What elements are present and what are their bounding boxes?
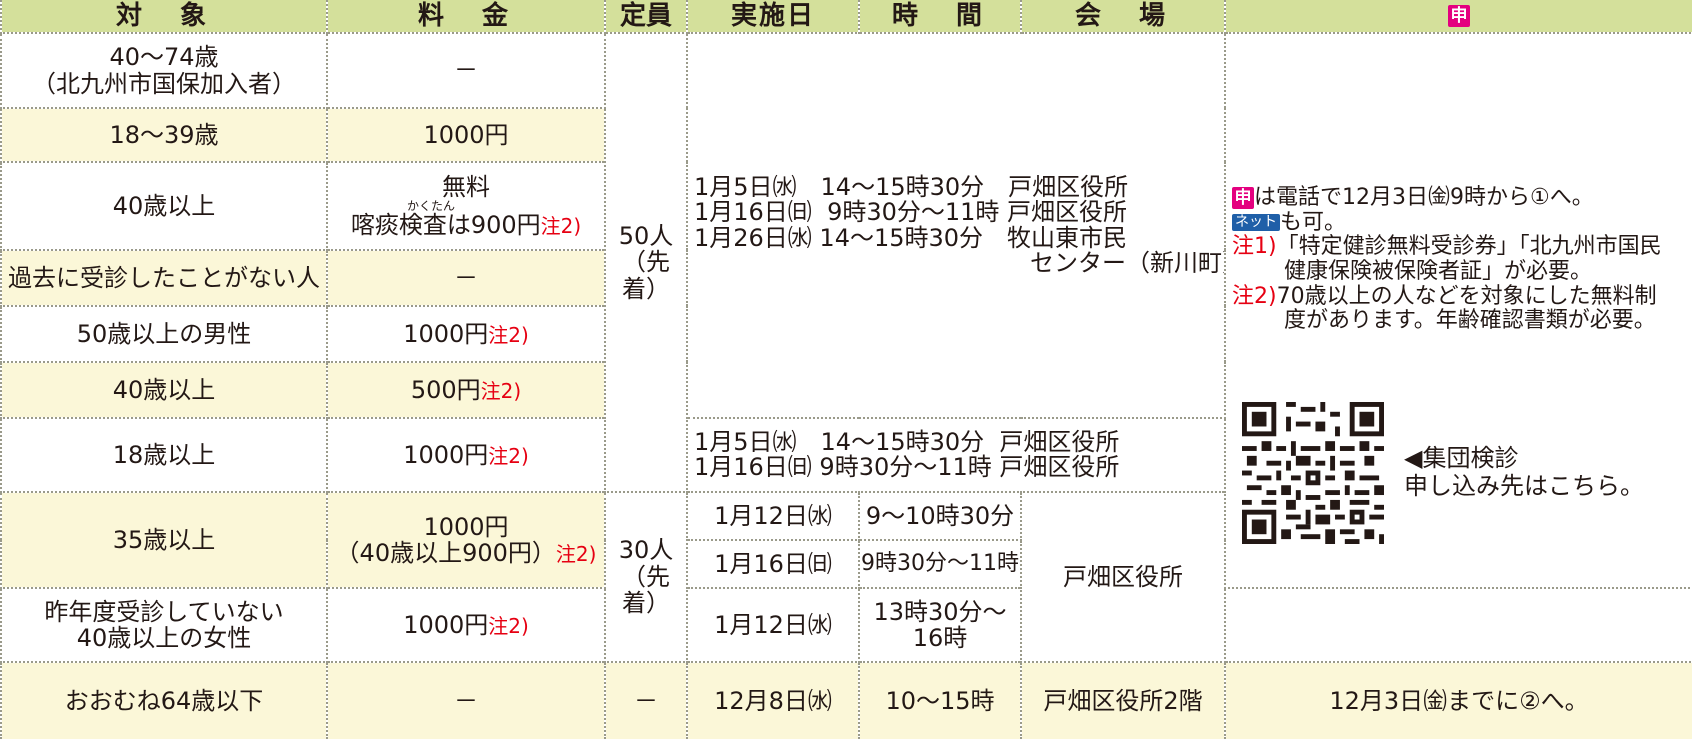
header-row: 対 象 料 金 定員 実施日 時 間 会 場 申: [0, 0, 1692, 34]
venue-cell: 戸畑区役所2階: [1020, 661, 1226, 739]
fee-cell: －: [326, 32, 606, 109]
qr-caption-line1: ◀集団検診: [1404, 444, 1519, 473]
header-venue: 会 場: [1020, 0, 1226, 34]
fee-cell: 1000円: [326, 107, 606, 163]
fee-cell: －: [326, 661, 606, 739]
capacity-cell-a: 50人 （先着）: [604, 32, 688, 493]
fee-cell: 1000円 （40歳以上900円）注2): [326, 491, 606, 589]
header-time: 時 間: [858, 0, 1022, 34]
fee-cell: 1000円注2): [326, 587, 606, 663]
target-cell: 18歳以上: [0, 417, 328, 493]
fee-cell: 無料 かくたん 喀痰検査は900円注2): [326, 161, 606, 251]
target-cell: 18～39歳: [0, 107, 328, 163]
target-cell: 40歳以上: [0, 361, 328, 419]
apply-info-cell: 申は電話で12月3日㈮9時から①へ。 ネット も可。 注1)「特定健診無料受診券」…: [1224, 32, 1692, 589]
time-cell: 10～15時: [858, 661, 1022, 739]
table-row: おおむね64歳以下 － － 12月8日㈬ 10～15時 戸畑区役所2階 12月3…: [0, 661, 1692, 739]
header-capacity: 定員: [604, 0, 688, 34]
header-date: 実施日: [686, 0, 860, 34]
target-cell: 50歳以上の男性: [0, 305, 328, 363]
date-cell: 1月16日㈰: [686, 539, 860, 589]
target-cell: 35歳以上: [0, 491, 328, 589]
qr-code-icon[interactable]: [1242, 402, 1384, 544]
fee-cell: 1000円注2): [326, 417, 606, 493]
target-cell: 40歳以上: [0, 161, 328, 251]
capacity-cell: －: [604, 661, 688, 739]
qr-caption-line2: 申し込み先はこちら。: [1404, 472, 1644, 500]
fee-cell: 1000円注2): [326, 305, 606, 363]
table-row: 40～74歳 （北九州市国保加入者） － 50人 （先着） 1月5日㈬ 14～1…: [0, 32, 1692, 589]
net-badge: ネット: [1232, 213, 1280, 232]
target-cell: おおむね64歳以下: [0, 661, 328, 739]
health-checkup-table: 対 象 料 金 定員 実施日 時 間 会 場 申 40～74歳 （北九州市国保加…: [0, 0, 1692, 739]
time-cell: 9時30分～11時: [858, 539, 1022, 589]
fee-cell: －: [326, 249, 606, 307]
schedule-a: 1月5日㈬ 14～15時30分 戸畑区役所 1月16日㈰ 9時30分～11時 戸…: [686, 32, 1226, 419]
time-cell: 9～10時30分: [858, 491, 1022, 541]
apply-mark-icon: 申: [1232, 187, 1254, 209]
fee-cell: 500円注2): [326, 361, 606, 419]
capacity-cell-b: 30人 （先着）: [604, 491, 688, 663]
apply-cell: 12月3日㈮までに②へ。: [1224, 661, 1692, 739]
table-row: 昨年度受診していない 40歳以上の女性 1000円注2) 1月12日㈬ 13時3…: [0, 587, 1692, 663]
header-apply: 申: [1224, 0, 1692, 34]
schedule-b: 1月5日㈬ 14～15時30分 戸畑区役所 1月16日㈰ 9時30分～11時 戸…: [686, 417, 1226, 493]
time-cell: 13時30分～ 16時: [858, 587, 1022, 663]
apply-mark-icon: 申: [1448, 5, 1470, 28]
date-cell: 1月12日㈬: [686, 491, 860, 541]
header-fee: 料 金: [326, 0, 606, 34]
date-cell: 12月8日㈬: [686, 661, 860, 739]
target-cell: 過去に受診したことがない人: [0, 249, 328, 307]
target-cell: 40～74歳 （北九州市国保加入者）: [0, 32, 328, 109]
date-cell: 1月12日㈬: [686, 587, 860, 663]
header-target: 対 象: [0, 0, 328, 34]
venue-cell: 戸畑区役所: [1020, 491, 1226, 663]
target-cell: 昨年度受診していない 40歳以上の女性: [0, 587, 328, 663]
